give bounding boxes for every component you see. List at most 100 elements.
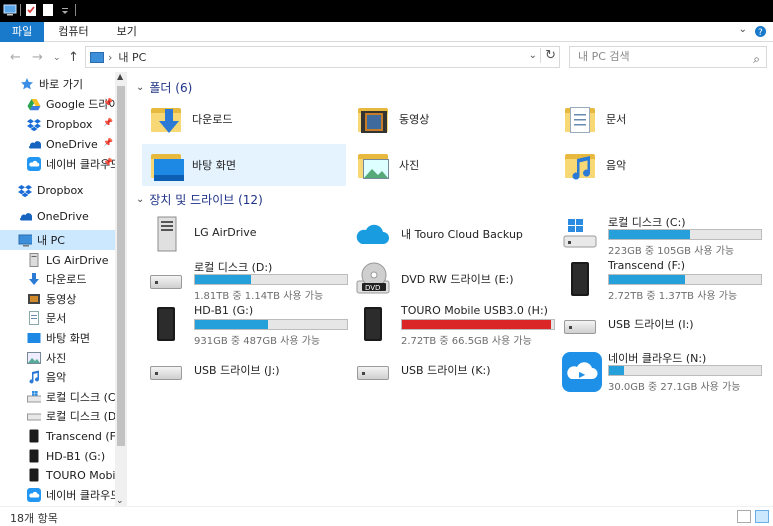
sidebar-item-n-20[interactable]: 네이버 클라우드 (N:): [0, 485, 115, 505]
drive-tile[interactable]: 로컬 디스크 (C:) 223GB 중 105GB 사용 가능: [556, 212, 766, 257]
up-arrow-icon[interactable]: ↑: [68, 50, 79, 65]
tab-view[interactable]: 보기: [103, 22, 151, 42]
sidebar-item-label: LG AirDrive: [46, 253, 109, 267]
drive-tile[interactable]: LG AirDrive: [142, 212, 352, 254]
folder-tile[interactable]: 문서: [556, 98, 756, 140]
tab-computer[interactable]: 컴퓨터: [44, 22, 102, 42]
sidebar-item-google-1[interactable]: Google 드라이브📌: [0, 94, 115, 114]
sidebar-item-item-14[interactable]: 음악: [0, 367, 115, 387]
folder-name: 음악: [606, 159, 627, 172]
ribbon-tabs: 파일 컴퓨터 보기 ⌄ ?: [0, 22, 773, 42]
sidebar-item-label: Dropbox: [37, 183, 84, 197]
video-icon: [27, 292, 41, 306]
details-view-icon[interactable]: [737, 510, 751, 523]
sidebar-item-dropbox-2[interactable]: Dropbox 📌: [0, 114, 115, 134]
sidebar-item-touro-mobile-usb3-0-h-19[interactable]: TOURO Mobile USB3.0 (H:): [0, 465, 115, 485]
scrollbar-thumb[interactable]: [117, 86, 125, 446]
refresh-icon[interactable]: ↻: [540, 48, 556, 63]
sidebar-item-item-4[interactable]: 네이버 클라우드 📌: [0, 154, 115, 174]
drive-icon: [148, 261, 184, 297]
server-icon: [27, 253, 41, 267]
drive-tile[interactable]: TOURO Mobile USB3.0 (H:) 2.72TB 중 66.5GB …: [349, 302, 559, 347]
scroll-down-icon[interactable]: ⌄: [116, 496, 124, 506]
folder-tile[interactable]: 바탕 화면: [142, 144, 346, 186]
drive-tile[interactable]: HD-B1 (G:) 931GB 중 487GB 사용 가능: [142, 302, 352, 347]
folder-tile[interactable]: 사진: [349, 144, 549, 186]
status-bar: 18개 항목: [0, 506, 773, 526]
this-pc-icon[interactable]: [3, 3, 17, 17]
sidebar-item-lg-airdrive-8[interactable]: LG AirDrive: [0, 250, 115, 270]
group-header-folders[interactable]: ⌄ 폴더 (6): [136, 79, 192, 96]
sidebar-item-d-16[interactable]: 로컬 디스크 (D:): [0, 406, 115, 426]
back-arrow-icon[interactable]: ←: [10, 50, 21, 65]
sidebar-scrollbar[interactable]: ▲ ⌄: [115, 72, 127, 506]
drive-tile[interactable]: USB 드라이브 (J:): [142, 348, 352, 390]
large-icons-view-icon[interactable]: [755, 510, 769, 523]
properties-icon[interactable]: [24, 3, 38, 17]
folder-tile[interactable]: 동영상: [349, 98, 549, 140]
windows-drive-icon: [27, 390, 41, 404]
folder-tile[interactable]: 다운로드: [142, 98, 342, 140]
sidebar-item-item-12[interactable]: 바탕 화면: [0, 328, 115, 348]
search-input[interactable]: 내 PC 검색 ⌕: [569, 46, 767, 68]
content-pane: ⌄ 폴더 (6) 다운로드 동영상 문서바탕 화면 사진 음악 ⌄ 장치 및 드라이브 …: [128, 72, 773, 506]
sidebar-item-onedrive-3[interactable]: OneDrive 📌: [0, 134, 115, 154]
help-icon[interactable]: ?: [754, 25, 767, 41]
capacity-text: 931GB 중 487GB 사용 가능: [194, 336, 321, 347]
naver-cloud-icon: [27, 157, 41, 171]
drive-tile[interactable]: USB 드라이브 (K:): [349, 348, 559, 390]
title-bar: [0, 0, 773, 22]
sidebar-item-item-13[interactable]: 사진: [0, 348, 115, 368]
folder-name: 동영상: [399, 113, 430, 126]
drive-tile[interactable]: 내 Touro Cloud Backup: [349, 212, 559, 254]
sidebar-item-item-11[interactable]: 문서: [0, 308, 115, 328]
capacity-text: 2.72TB 중 66.5GB 사용 가능: [401, 336, 532, 347]
drive-tile[interactable]: 로컬 디스크 (D:) 1.81TB 중 1.14TB 사용 가능: [142, 257, 352, 302]
sidebar-item-label: 동영상: [46, 293, 77, 306]
sidebar-item-dropbox-5[interactable]: Dropbox: [0, 180, 115, 200]
breadcrumb[interactable]: 내 PC: [118, 49, 146, 65]
search-icon: ⌕: [753, 52, 760, 66]
sidebar-item-item-9[interactable]: 다운로드: [0, 269, 115, 289]
folder-tile[interactable]: 음악: [556, 144, 756, 186]
drive-name: Transcend (F:): [608, 259, 686, 272]
naver-cloud-icon: [27, 488, 41, 502]
tab-file[interactable]: 파일: [0, 22, 45, 42]
collapse-chevron-icon[interactable]: ⌄: [136, 82, 144, 93]
recent-locations-icon[interactable]: ⌄: [53, 53, 61, 63]
svg-text:?: ?: [758, 28, 763, 38]
address-bar[interactable]: › 내 PC ⌄ ↻: [85, 46, 560, 68]
drive-tile[interactable]: DVD DVD RW 드라이브 (E:): [349, 257, 559, 299]
sidebar-item-label: 네이버 클라우드 (N:): [46, 489, 115, 502]
usb-drive-icon: [355, 352, 391, 388]
sidebar-item-pc-7[interactable]: 내 PC: [0, 230, 115, 250]
sidebar-item-label: 바탕 화면: [46, 332, 90, 345]
sidebar-item-label: 음악: [46, 371, 67, 384]
sidebar-item-label: Dropbox: [46, 117, 93, 131]
sidebar-item-c-15[interactable]: 로컬 디스크 (C:): [0, 387, 115, 407]
customize-toolbar-icon[interactable]: [58, 3, 72, 17]
drive-name: 로컬 디스크 (D:): [194, 261, 273, 274]
sidebar-item-item-10[interactable]: 동영상: [0, 289, 115, 309]
windows-drive-icon: [562, 216, 598, 252]
sidebar-item-label: TOURO Mobile USB3.0 (H:): [46, 468, 115, 482]
forward-arrow-icon[interactable]: →: [32, 50, 43, 65]
drive-tile[interactable]: Transcend (F:) 2.72TB 중 1.37TB 사용 가능: [556, 257, 766, 302]
sidebar-item-transcend-f-17[interactable]: Transcend (F:): [0, 426, 115, 446]
address-dropdown-icon[interactable]: ⌄: [529, 50, 537, 61]
sidebar-item-label: 문서: [46, 312, 67, 325]
group-header-drives[interactable]: ⌄ 장치 및 드라이브 (12): [136, 191, 263, 208]
expand-ribbon-icon[interactable]: ⌄: [739, 24, 747, 35]
sidebar-item-onedrive-6[interactable]: OneDrive: [0, 206, 115, 226]
sidebar-item-hd-b1-g-18[interactable]: HD-B1 (G:): [0, 446, 115, 466]
this-pc-icon: [18, 233, 32, 247]
drive-tile[interactable]: ▶ 네이버 클라우드 (N:) 30.0GB 중 27.1GB 사용 가능: [556, 348, 766, 393]
sidebar-item-item-0[interactable]: 바로 가기: [0, 74, 115, 94]
dropbox-icon: [27, 117, 41, 131]
scroll-up-icon[interactable]: ▲: [117, 72, 123, 81]
drive-tile[interactable]: USB 드라이브 (I:): [556, 302, 766, 344]
capacity-text: 223GB 중 105GB 사용 가능: [608, 246, 735, 257]
collapse-chevron-icon[interactable]: ⌄: [136, 194, 144, 205]
usb-drive-icon: [562, 306, 598, 342]
new-folder-icon[interactable]: [41, 3, 55, 17]
